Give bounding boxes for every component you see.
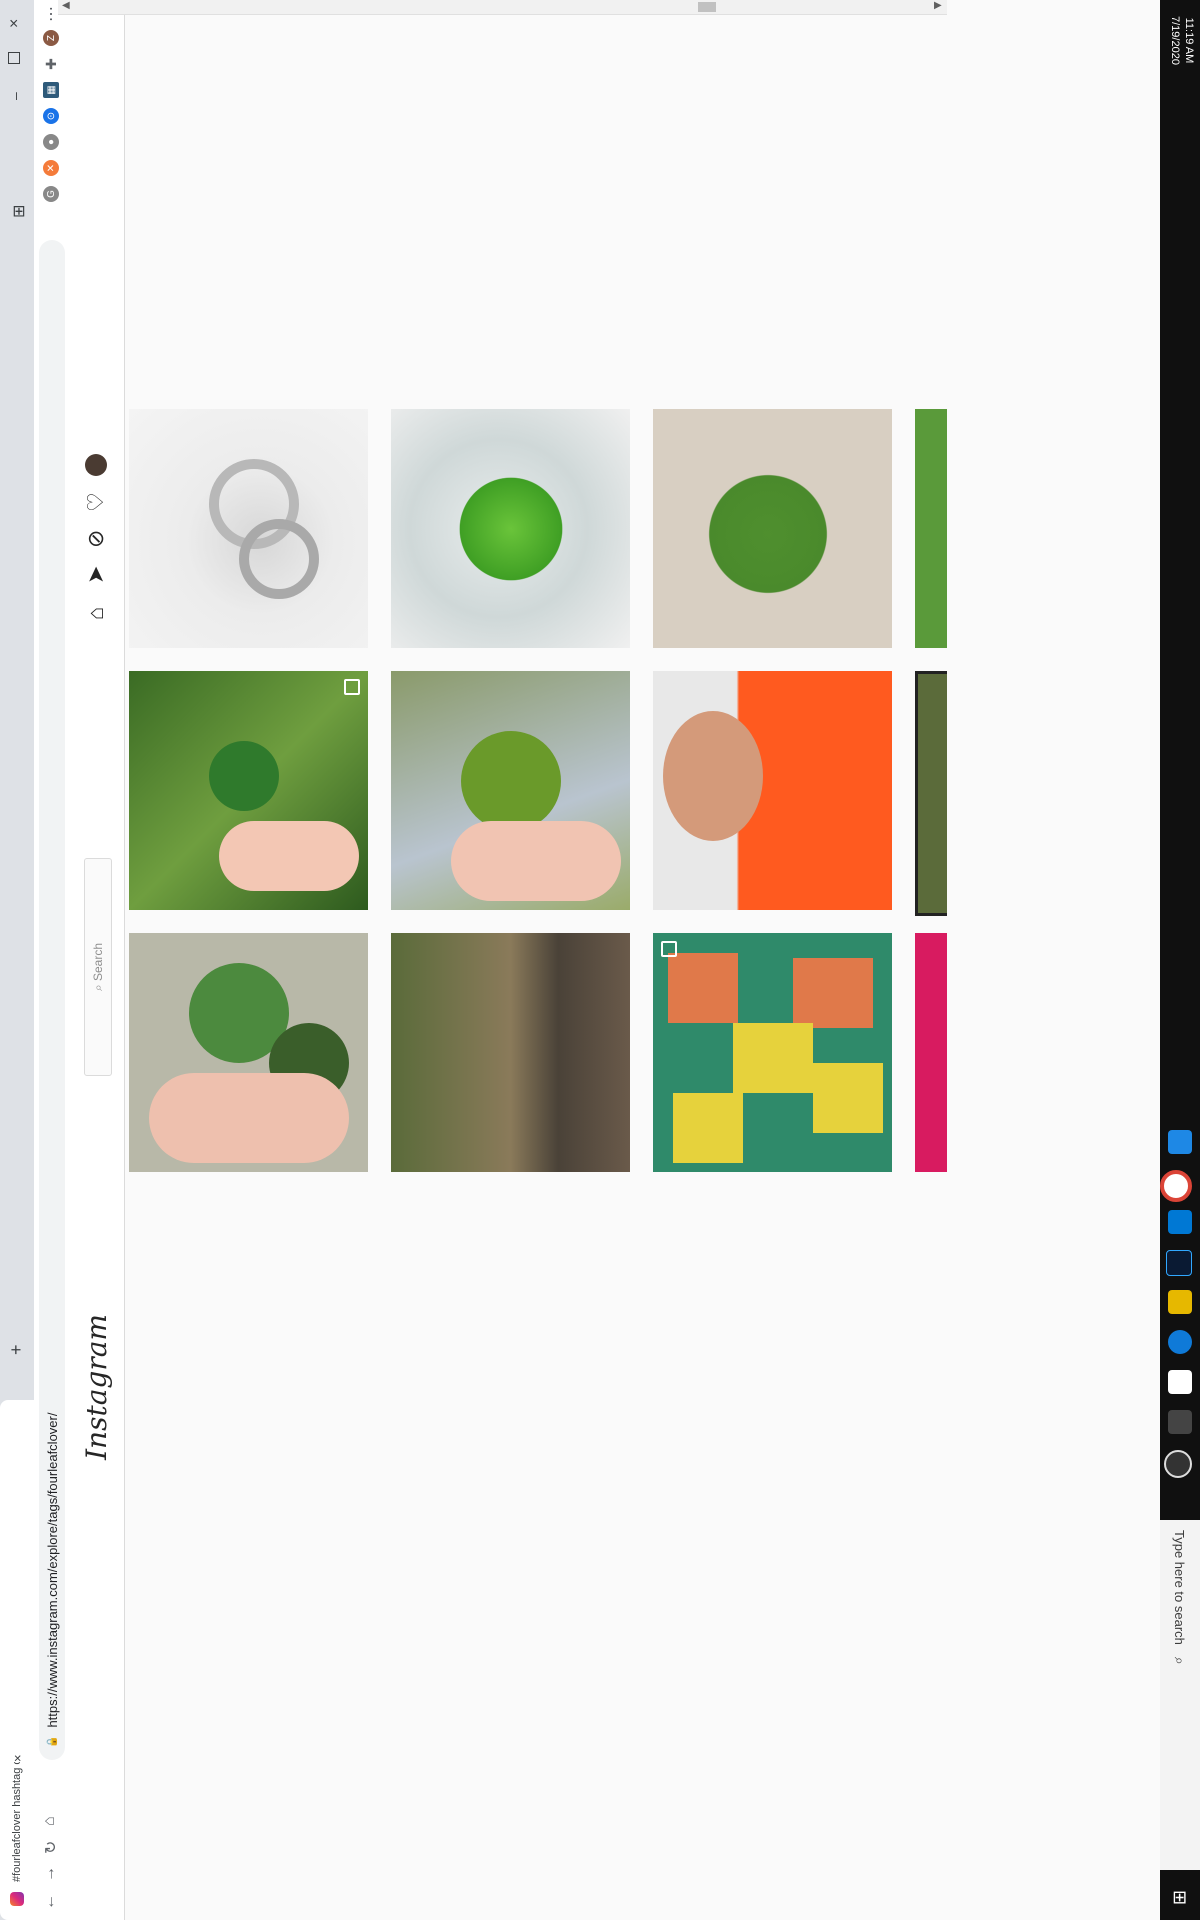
tile-window-icon[interactable]: ⊞: [9, 205, 29, 218]
instagram-favicon-icon: [10, 1892, 24, 1906]
clover-shape: [209, 741, 279, 811]
extension-circle-icon[interactable]: ●: [43, 134, 59, 150]
close-window-button[interactable]: ×: [6, 19, 24, 28]
clock[interactable]: 11:19 AM 7/19/2020: [1168, 16, 1196, 65]
tab-title: #fourleafclover hashtag on Insta: [11, 1762, 23, 1882]
profile-avatar[interactable]: Z: [43, 30, 59, 46]
user-avatar[interactable]: [85, 454, 107, 476]
forest-path-photo[interactable]: [391, 933, 630, 1172]
card-shape: [673, 1093, 743, 1163]
clover-on-sand-photo[interactable]: [653, 409, 892, 648]
extension-orange-icon[interactable]: ✕: [43, 160, 59, 176]
reel-badge-icon: [344, 679, 360, 695]
partial-tile[interactable]: [915, 933, 947, 1172]
minimize-button[interactable]: –: [7, 92, 23, 100]
forward-icon[interactable]: →: [41, 1866, 59, 1882]
clock-time: 11:19 AM: [1183, 17, 1195, 64]
ring-photo[interactable]: [129, 409, 368, 648]
card-shape: [793, 958, 873, 1028]
extension-chart-icon[interactable]: ▦: [43, 82, 59, 98]
store-icon[interactable]: [1168, 1370, 1192, 1394]
extension-g-icon[interactable]: G: [43, 186, 59, 202]
card-shape: [668, 953, 738, 1023]
reload-icon[interactable]: ↻: [41, 1841, 61, 1854]
clover-shape: [693, 459, 843, 609]
butterfly-earrings-photo[interactable]: [653, 933, 892, 1172]
taskbar-search-text: Type here to search: [1172, 1530, 1188, 1645]
hand-shape: [149, 1073, 349, 1163]
clover-held-fingers-photo[interactable]: [391, 671, 630, 910]
extension-blue-icon[interactable]: ⊙: [43, 108, 59, 124]
two-clovers-hand-photo[interactable]: [129, 933, 368, 1172]
tab-strip: #fourleafclover hashtag on Insta × + ⊞ –…: [0, 0, 34, 1920]
browser-chrome: #fourleafclover hashtag on Insta × + ⊞ –…: [0, 0, 125, 1920]
address-bar[interactable]: 🔒 https://www.instagram.com/explore/tags…: [39, 240, 65, 1760]
lock-icon: 🔒: [46, 1735, 58, 1748]
new-tab-button[interactable]: +: [6, 1344, 27, 1355]
extensions-puzzle-icon[interactable]: ✚: [43, 56, 59, 72]
clock-date: 7/19/2020: [1169, 16, 1181, 65]
back-icon[interactable]: ←: [41, 1894, 59, 1910]
child-with-clover-photo[interactable]: [653, 671, 892, 910]
settings-gear-icon[interactable]: [1168, 1130, 1192, 1154]
taskbar-search-icon: ⌕: [1172, 1656, 1189, 1665]
windows-taskbar: 11:19 AM 7/19/2020 Type here to search ⌕…: [1160, 0, 1200, 1920]
browser-tab[interactable]: #fourleafclover hashtag on Insta ×: [0, 1400, 34, 1920]
taskbar-search-box[interactable]: Type here to search ⌕: [1160, 1520, 1200, 1870]
task-view-icon[interactable]: [1168, 1410, 1192, 1434]
edge-icon[interactable]: [1168, 1330, 1192, 1354]
photoshop-icon[interactable]: [1166, 1250, 1192, 1276]
carousel-badge-icon: [661, 941, 677, 957]
partial-tile[interactable]: [915, 409, 947, 648]
url-text[interactable]: https://www.instagram.com/explore/tags/f…: [45, 1413, 60, 1728]
clover-in-hand-grass-photo[interactable]: [129, 671, 368, 910]
outlook-icon[interactable]: [1168, 1210, 1192, 1234]
tab-close-icon[interactable]: ×: [10, 1754, 25, 1762]
file-explorer-icon[interactable]: [1168, 1290, 1192, 1314]
hand-shape: [219, 821, 359, 891]
face-shape: [663, 711, 763, 841]
ring-shape: [239, 519, 319, 599]
photo-grid: [105, 0, 947, 1920]
hand-shape: [451, 821, 621, 901]
cortana-icon[interactable]: [1164, 1450, 1192, 1478]
scroll-left-arrow-icon[interactable]: ◀: [62, 0, 70, 11]
clover-shape: [451, 469, 571, 589]
windows-start-icon[interactable]: ⊞: [1169, 1890, 1190, 1905]
restore-button[interactable]: [8, 52, 20, 64]
clover-in-glass-photo[interactable]: [391, 409, 630, 648]
chrome-icon[interactable]: [1160, 1170, 1192, 1202]
card-shape: [733, 1023, 813, 1093]
partial-tile[interactable]: [915, 671, 947, 916]
home-icon[interactable]: ⌂: [41, 1816, 59, 1826]
browser-toolbar: ← → ↻ ⌂ 🔒 https://www.instagram.com/expl…: [34, 0, 71, 1920]
card-shape: [813, 1063, 883, 1133]
clover-shape: [461, 731, 561, 831]
